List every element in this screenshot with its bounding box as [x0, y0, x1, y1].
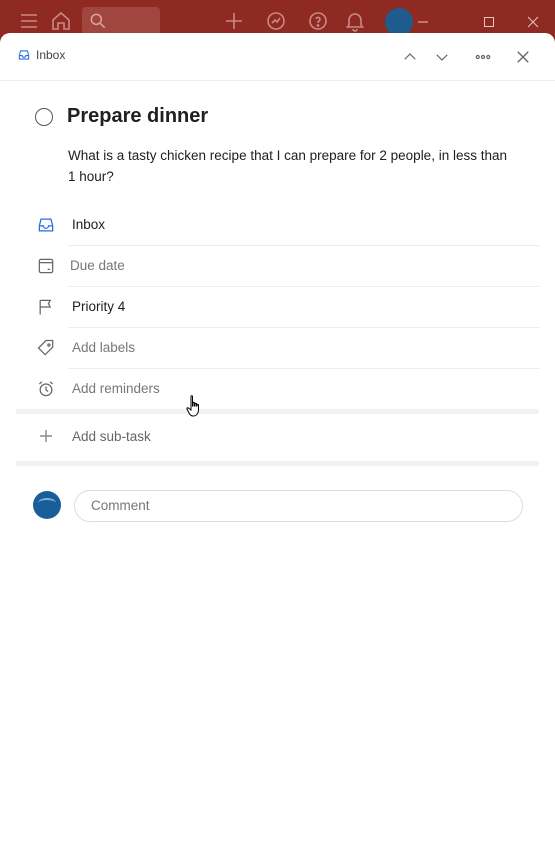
chevron-down-icon[interactable]	[430, 45, 454, 69]
attribute-priority[interactable]: Priority 4	[0, 287, 555, 328]
flag-icon	[36, 297, 56, 317]
attribute-label: Add reminders	[72, 381, 160, 396]
more-icon[interactable]	[471, 45, 495, 69]
comment-input[interactable]: Comment	[74, 490, 523, 522]
add-icon[interactable]	[222, 9, 246, 33]
attribute-project[interactable]: Inbox	[0, 205, 555, 246]
attribute-label: Add labels	[72, 340, 136, 355]
attribute-label: Inbox	[72, 217, 106, 232]
search-input[interactable]	[82, 7, 160, 35]
chevron-up-icon[interactable]	[398, 45, 422, 69]
comment-row: ··· Comment	[0, 490, 555, 524]
attribute-reminders[interactable]: Add reminders	[0, 369, 555, 410]
task-detail-modal: Inbox Prepare dinner What is a tasty chi…	[0, 33, 555, 859]
close-icon[interactable]	[511, 45, 535, 69]
attribute-label: Priority 4	[72, 299, 126, 314]
calendar-icon	[36, 256, 56, 276]
add-subtask-label: Add sub-task	[72, 429, 151, 444]
plus-icon	[38, 428, 54, 444]
task-title[interactable]: Prepare dinner	[67, 105, 208, 128]
menu-icon[interactable]	[17, 9, 41, 33]
hand-cursor-icon	[186, 395, 199, 417]
section-divider	[16, 409, 539, 414]
home-icon[interactable]	[49, 9, 73, 33]
attribute-due-date[interactable]: Due date	[0, 246, 555, 287]
attribute-labels[interactable]: Add labels	[0, 328, 555, 369]
inbox-icon	[18, 50, 30, 60]
help-icon[interactable]	[306, 9, 330, 33]
avatar: ···	[33, 491, 61, 519]
task-title-row: Prepare dinner	[35, 105, 208, 128]
breadcrumb[interactable]: Inbox	[17, 48, 65, 62]
tag-icon	[36, 338, 56, 358]
attribute-label: Due date	[70, 258, 125, 273]
search-icon	[90, 13, 106, 29]
section-divider	[16, 461, 539, 466]
complete-checkbox[interactable]	[35, 107, 53, 126]
task-attributes: Inbox Due date Priority 4 Add labels Add…	[0, 205, 555, 410]
alarm-icon	[36, 379, 56, 399]
add-subtask-button[interactable]: Add sub-task	[0, 419, 555, 459]
inbox-icon	[36, 215, 56, 235]
modal-header: Inbox	[0, 33, 555, 81]
productivity-icon[interactable]	[264, 9, 288, 33]
breadcrumb-label: Inbox	[36, 48, 66, 62]
bell-icon[interactable]	[343, 9, 367, 33]
task-description[interactable]: What is a tasty chicken recipe that I ca…	[68, 145, 508, 187]
